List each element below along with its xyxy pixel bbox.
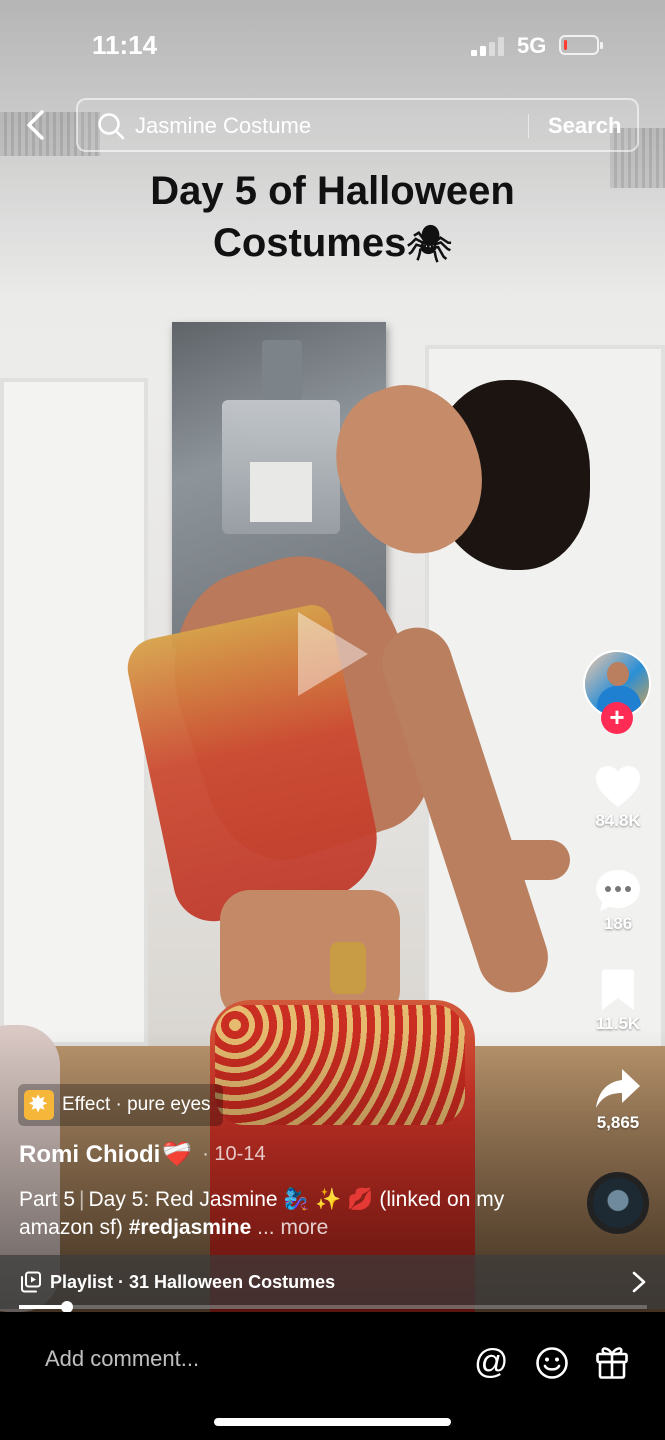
home-indicator [214,1418,451,1426]
gift-icon[interactable] [595,1344,629,1380]
signal-icon [471,36,504,56]
share-count: 5,865 [596,1113,640,1132]
poster-bottle-label [250,462,312,522]
share-button[interactable]: 5,865 [575,1067,661,1133]
playlist-label: Playlist · 31 Halloween Costumes [50,1272,336,1292]
spider-icon: 🕷 [406,223,453,264]
follow-button[interactable]: + [601,702,633,734]
effect-chip[interactable]: Effect · pure eyes [18,1084,223,1126]
video-caption-line-2-text: Costumes [212,221,407,265]
post-description[interactable]: Part 5 | Day 5: Red Jasmine 🧞‍♀️ ✨ 💋 (link… [19,1186,509,1242]
post-part: Part 5 [19,1188,76,1211]
background-door [0,378,148,1046]
search-input[interactable]: Jasmine Costume [135,113,311,139]
playlist-icon [21,1271,41,1293]
effect-label: Effect · pure eyes [62,1094,211,1115]
avatar-head [607,662,629,686]
comment-icon [596,870,640,911]
tiktok-video-screen: Day 5 of Halloween Costumes🕷 11:14 5G Ja… [0,0,665,1440]
playlist-bar[interactable]: Playlist · 31 Halloween Costumes [0,1255,665,1309]
playback-progress-bar[interactable] [19,1301,647,1313]
gold-bracelet [330,942,366,994]
music-disc-icon[interactable] [587,1172,649,1234]
author-name[interactable]: Romi Chiodi [19,1141,160,1169]
post-date: · 10-14 [202,1143,266,1165]
status-time: 11:14 [92,30,158,60]
battery-level [564,40,568,50]
effect-sparkle-icon [24,1090,54,1120]
chevron-left-icon[interactable] [20,108,54,142]
mending-heart-icon: ❤️‍🩹 [162,1141,193,1168]
video-caption-line-2: Costumes🕷 [0,216,665,271]
battery-icon [559,35,603,55]
comment-count: 186 [603,914,633,933]
save-button[interactable]: 11.5K [575,968,661,1034]
save-count: 11.5K [595,1014,641,1033]
playback-progress-fill [19,1305,67,1309]
share-arrow-icon [596,1069,640,1108]
search-icon [98,113,125,140]
hashtag-link[interactable]: #redjasmine [129,1216,252,1239]
person-hand [480,840,570,880]
search-divider [528,114,529,138]
poster-bottle-cap [262,340,302,400]
emoji-icon[interactable] [535,1346,569,1380]
heart-icon [596,766,640,807]
like-count: 84.8K [595,811,641,830]
comment-bar: Add comment... @ [0,1312,665,1440]
status-bar: 11:14 5G [0,0,665,90]
chevron-right-icon [632,1271,646,1293]
video-caption-line-1: Day 5 of Halloween [150,169,515,213]
author-line: Romi Chiodi ❤️‍🩹 · 10-14 [19,1140,266,1169]
search-bar[interactable]: Jasmine Costume Search [76,98,639,152]
like-button[interactable]: 84.8K [575,765,661,831]
network-type: 5G [517,33,547,58]
bookmark-icon [602,969,634,1010]
comment-button[interactable]: 186 [575,868,661,934]
search-button[interactable]: Search [548,113,621,139]
desc-separator: | [79,1188,85,1211]
play-icon[interactable] [298,612,368,696]
at-mention-icon[interactable]: @ [474,1342,509,1382]
add-comment-input[interactable]: Add comment... [45,1346,199,1372]
more-link[interactable]: ... more [257,1216,328,1239]
